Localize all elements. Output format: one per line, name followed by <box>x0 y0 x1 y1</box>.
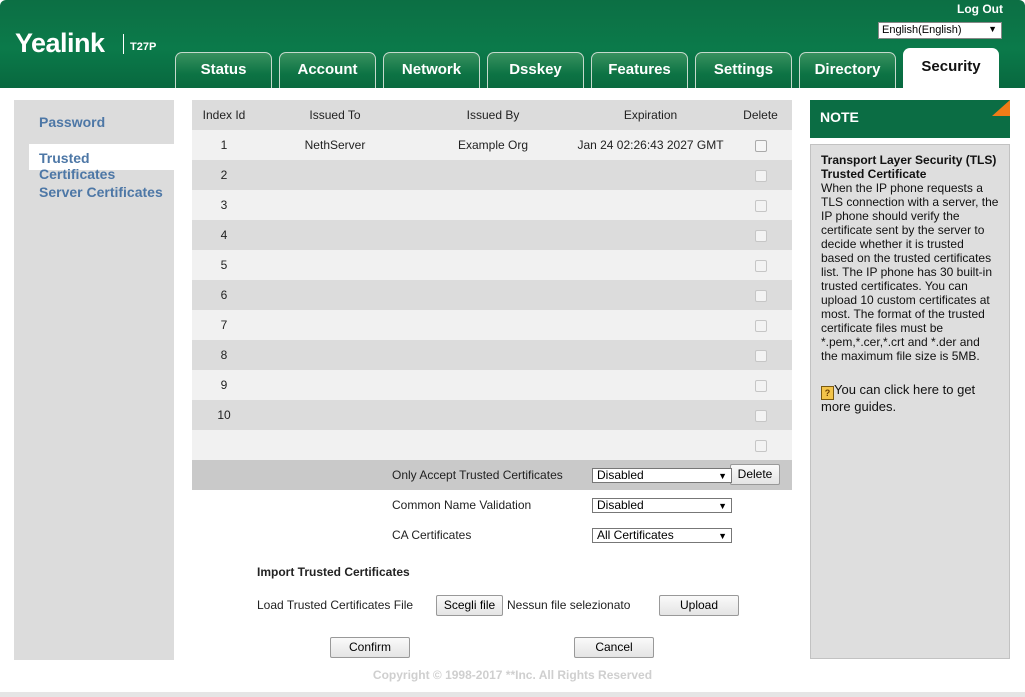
header-index: Index Id <box>202 108 246 122</box>
header-issued-by: Issued By <box>466 108 520 122</box>
sidebar-item-trusted-certificates[interactable]: Trusted Certificates <box>29 144 174 182</box>
row-delete-checkbox[interactable] <box>754 229 767 242</box>
only-accept-select[interactable]: Disabled ▼ <box>592 468 732 483</box>
table-row: 4 <box>192 220 792 250</box>
delete-button[interactable]: Delete <box>730 464 780 485</box>
row-index: 5 <box>220 258 228 272</box>
tab-settings[interactable]: Settings <box>695 52 792 88</box>
note-body: Transport Layer Security (TLS) Trusted C… <box>810 144 1010 659</box>
tab-network[interactable]: Network <box>383 52 480 88</box>
row-index: 10 <box>217 408 231 422</box>
import-title: Import Trusted Certificates <box>257 565 410 579</box>
logo-separator <box>123 34 124 54</box>
row-delete-checkbox[interactable] <box>754 439 767 452</box>
row-delete-checkbox[interactable] <box>754 259 767 272</box>
choose-file-button[interactable]: Scegli file <box>436 595 503 616</box>
ca-certificates-select[interactable]: All Certificates ▼ <box>592 528 732 543</box>
row-expiration: Jan 24 02:26:43 2027 GMT <box>577 138 724 152</box>
table-row: 10 <box>192 400 792 430</box>
logout-link[interactable]: Log Out <box>957 2 1003 16</box>
language-value: English(English) <box>882 24 962 36</box>
table-row: 6 <box>192 280 792 310</box>
header-issued-to: Issued To <box>309 108 361 122</box>
tab-security[interactable]: Security <box>903 48 999 88</box>
corner-triangle-icon <box>992 100 1010 116</box>
row-index: 1 <box>220 138 228 152</box>
row-index: 9 <box>220 378 228 392</box>
row-delete-checkbox[interactable] <box>754 319 767 332</box>
copyright: Copyright © 1998-2017 **Inc. All Rights … <box>372 668 653 682</box>
sidebar-item-password[interactable]: Password <box>29 108 174 134</box>
table-row: 5 <box>192 250 792 280</box>
table-row <box>192 430 792 460</box>
row-delete-checkbox[interactable] <box>754 379 767 392</box>
header-bar: Yealink T27P Log Out English(English) ▼ … <box>0 0 1025 88</box>
certificates-table: Index Id Issued To Issued By Expiration … <box>192 100 792 490</box>
cn-validation-value: Disabled <box>597 498 644 512</box>
file-status-text: Nessun file selezionato <box>507 598 631 612</box>
row-delete-checkbox[interactable] <box>754 289 767 302</box>
row-delete-checkbox[interactable] <box>754 139 767 152</box>
ca-certificates-label: CA Certificates <box>392 528 472 542</box>
bottom-divider <box>0 692 1025 697</box>
table-row: 7 <box>192 310 792 340</box>
note-heading: NOTE <box>810 100 1010 138</box>
row-delete-checkbox[interactable] <box>754 169 767 182</box>
table-row: 1 NethServer Example Org Jan 24 02:26:43… <box>192 130 792 160</box>
note-title: Transport Layer Security (TLS) Trusted C… <box>821 153 997 181</box>
row-index: 8 <box>220 348 228 362</box>
table-header-row: Index Id Issued To Issued By Expiration … <box>192 100 792 130</box>
cancel-button[interactable]: Cancel <box>574 637 654 658</box>
note-text: When the IP phone requests a TLS connect… <box>821 181 999 363</box>
tab-directory[interactable]: Directory <box>799 52 896 88</box>
table-row: 8 <box>192 340 792 370</box>
chevron-down-icon: ▼ <box>718 471 727 481</box>
upload-button[interactable]: Upload <box>659 595 739 616</box>
cn-validation-label: Common Name Validation <box>392 498 532 512</box>
note-panel: NOTE Transport Layer Security (TLS) Trus… <box>810 100 1010 660</box>
language-select[interactable]: English(English) ▼ <box>878 22 1002 39</box>
table-row: 9 <box>192 370 792 400</box>
load-file-label: Load Trusted Certificates File <box>257 598 414 612</box>
row-index: 4 <box>220 228 228 242</box>
chevron-down-icon: ▼ <box>988 24 997 34</box>
row-index: 2 <box>220 168 228 182</box>
only-accept-label: Only Accept Trusted Certificates <box>392 468 563 482</box>
row-delete-checkbox[interactable] <box>754 409 767 422</box>
sidebar-item-server-certificates[interactable]: Server Certificates <box>29 178 174 204</box>
tab-status[interactable]: Status <box>175 52 272 88</box>
phone-model: T27P <box>130 41 157 53</box>
help-book-icon: ? <box>821 386 834 400</box>
guide-text: You can click here to get more guides. <box>821 382 976 414</box>
confirm-button[interactable]: Confirm <box>330 637 410 658</box>
tab-dsskey[interactable]: Dsskey <box>487 52 584 88</box>
row-index: 7 <box>220 318 228 332</box>
only-accept-value: Disabled <box>597 468 644 482</box>
row-delete-checkbox[interactable] <box>754 349 767 362</box>
yealink-logo: Yealink <box>15 28 105 58</box>
chevron-down-icon: ▼ <box>718 531 727 541</box>
header-delete: Delete <box>743 108 778 122</box>
table-row: 2 <box>192 160 792 190</box>
row-delete-checkbox[interactable] <box>754 199 767 212</box>
cn-validation-select[interactable]: Disabled ▼ <box>592 498 732 513</box>
guide-link[interactable]: ? You can click here to get more guides. <box>821 383 999 414</box>
chevron-down-icon: ▼ <box>718 501 727 511</box>
sidebar: Password Trusted Certificates Server Cer… <box>14 100 174 660</box>
row-index: 6 <box>220 288 228 302</box>
table-row: 3 <box>192 190 792 220</box>
row-issued-by: Example Org <box>457 138 529 152</box>
ca-certificates-value: All Certificates <box>597 528 674 542</box>
main-content: Index Id Issued To Issued By Expiration … <box>182 100 802 660</box>
tab-features[interactable]: Features <box>591 52 688 88</box>
tab-account[interactable]: Account <box>279 52 376 88</box>
row-issued-to: NethServer <box>304 138 366 152</box>
note-heading-text: NOTE <box>820 109 859 125</box>
row-index: 3 <box>220 198 228 212</box>
header-expiration: Expiration <box>623 108 678 122</box>
